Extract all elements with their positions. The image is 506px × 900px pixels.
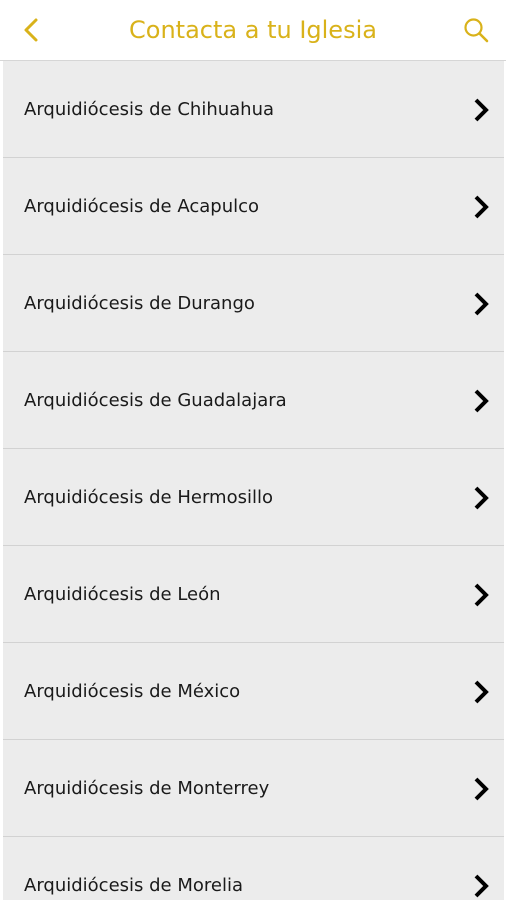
list-item-label: Arquidiócesis de Hermosillo [24, 487, 273, 508]
list-item-label: Arquidiócesis de León [24, 584, 221, 605]
app-screen: Contacta a tu Iglesia Arquidiócesis de C… [0, 0, 506, 900]
list-item-acapulco[interactable]: Arquidiócesis de Acapulco [3, 158, 504, 255]
chevron-right-icon [474, 777, 489, 801]
list-item-label: Arquidiócesis de Chihuahua [24, 99, 275, 120]
list-item-label: Arquidiócesis de Morelia [24, 875, 243, 896]
list-item-mexico[interactable]: Arquidiócesis de México [3, 643, 504, 740]
list-item-hermosillo[interactable]: Arquidiócesis de Hermosillo [3, 449, 504, 546]
list-item-leon[interactable]: Arquidiócesis de León [3, 546, 504, 643]
list-item-label: Arquidiócesis de Durango [24, 293, 255, 314]
list-item-durango[interactable]: Arquidiócesis de Durango [3, 255, 504, 352]
chevron-right-icon [474, 486, 489, 510]
chevron-right-icon [474, 874, 489, 898]
chevron-right-icon [474, 98, 489, 122]
list-item-label: Arquidiócesis de Monterrey [24, 778, 270, 799]
chevron-right-icon [474, 583, 489, 607]
list-item-label: Arquidiócesis de México [24, 681, 241, 702]
list-item-guadalajara[interactable]: Arquidiócesis de Guadalajara [3, 352, 504, 449]
search-button[interactable] [458, 12, 494, 48]
page-title: Contacta a tu Iglesia [129, 16, 377, 44]
list-item-morelia[interactable]: Arquidiócesis de Morelia [3, 837, 504, 900]
chevron-right-icon [474, 389, 489, 413]
search-icon [464, 18, 489, 43]
chevron-right-icon [474, 292, 489, 316]
chevron-right-icon [474, 195, 489, 219]
list-item-monterrey[interactable]: Arquidiócesis de Monterrey [3, 740, 504, 837]
list-item-label: Arquidiócesis de Acapulco [24, 196, 260, 217]
list-item-label: Arquidiócesis de Guadalajara [24, 390, 287, 411]
list-item-chihuahua[interactable]: Arquidiócesis de Chihuahua [3, 61, 504, 158]
chevron-right-icon [474, 680, 489, 704]
top-bar: Contacta a tu Iglesia [0, 0, 506, 61]
archdiocese-list: Arquidiócesis de Chihuahua Arquidiócesis… [3, 61, 504, 900]
